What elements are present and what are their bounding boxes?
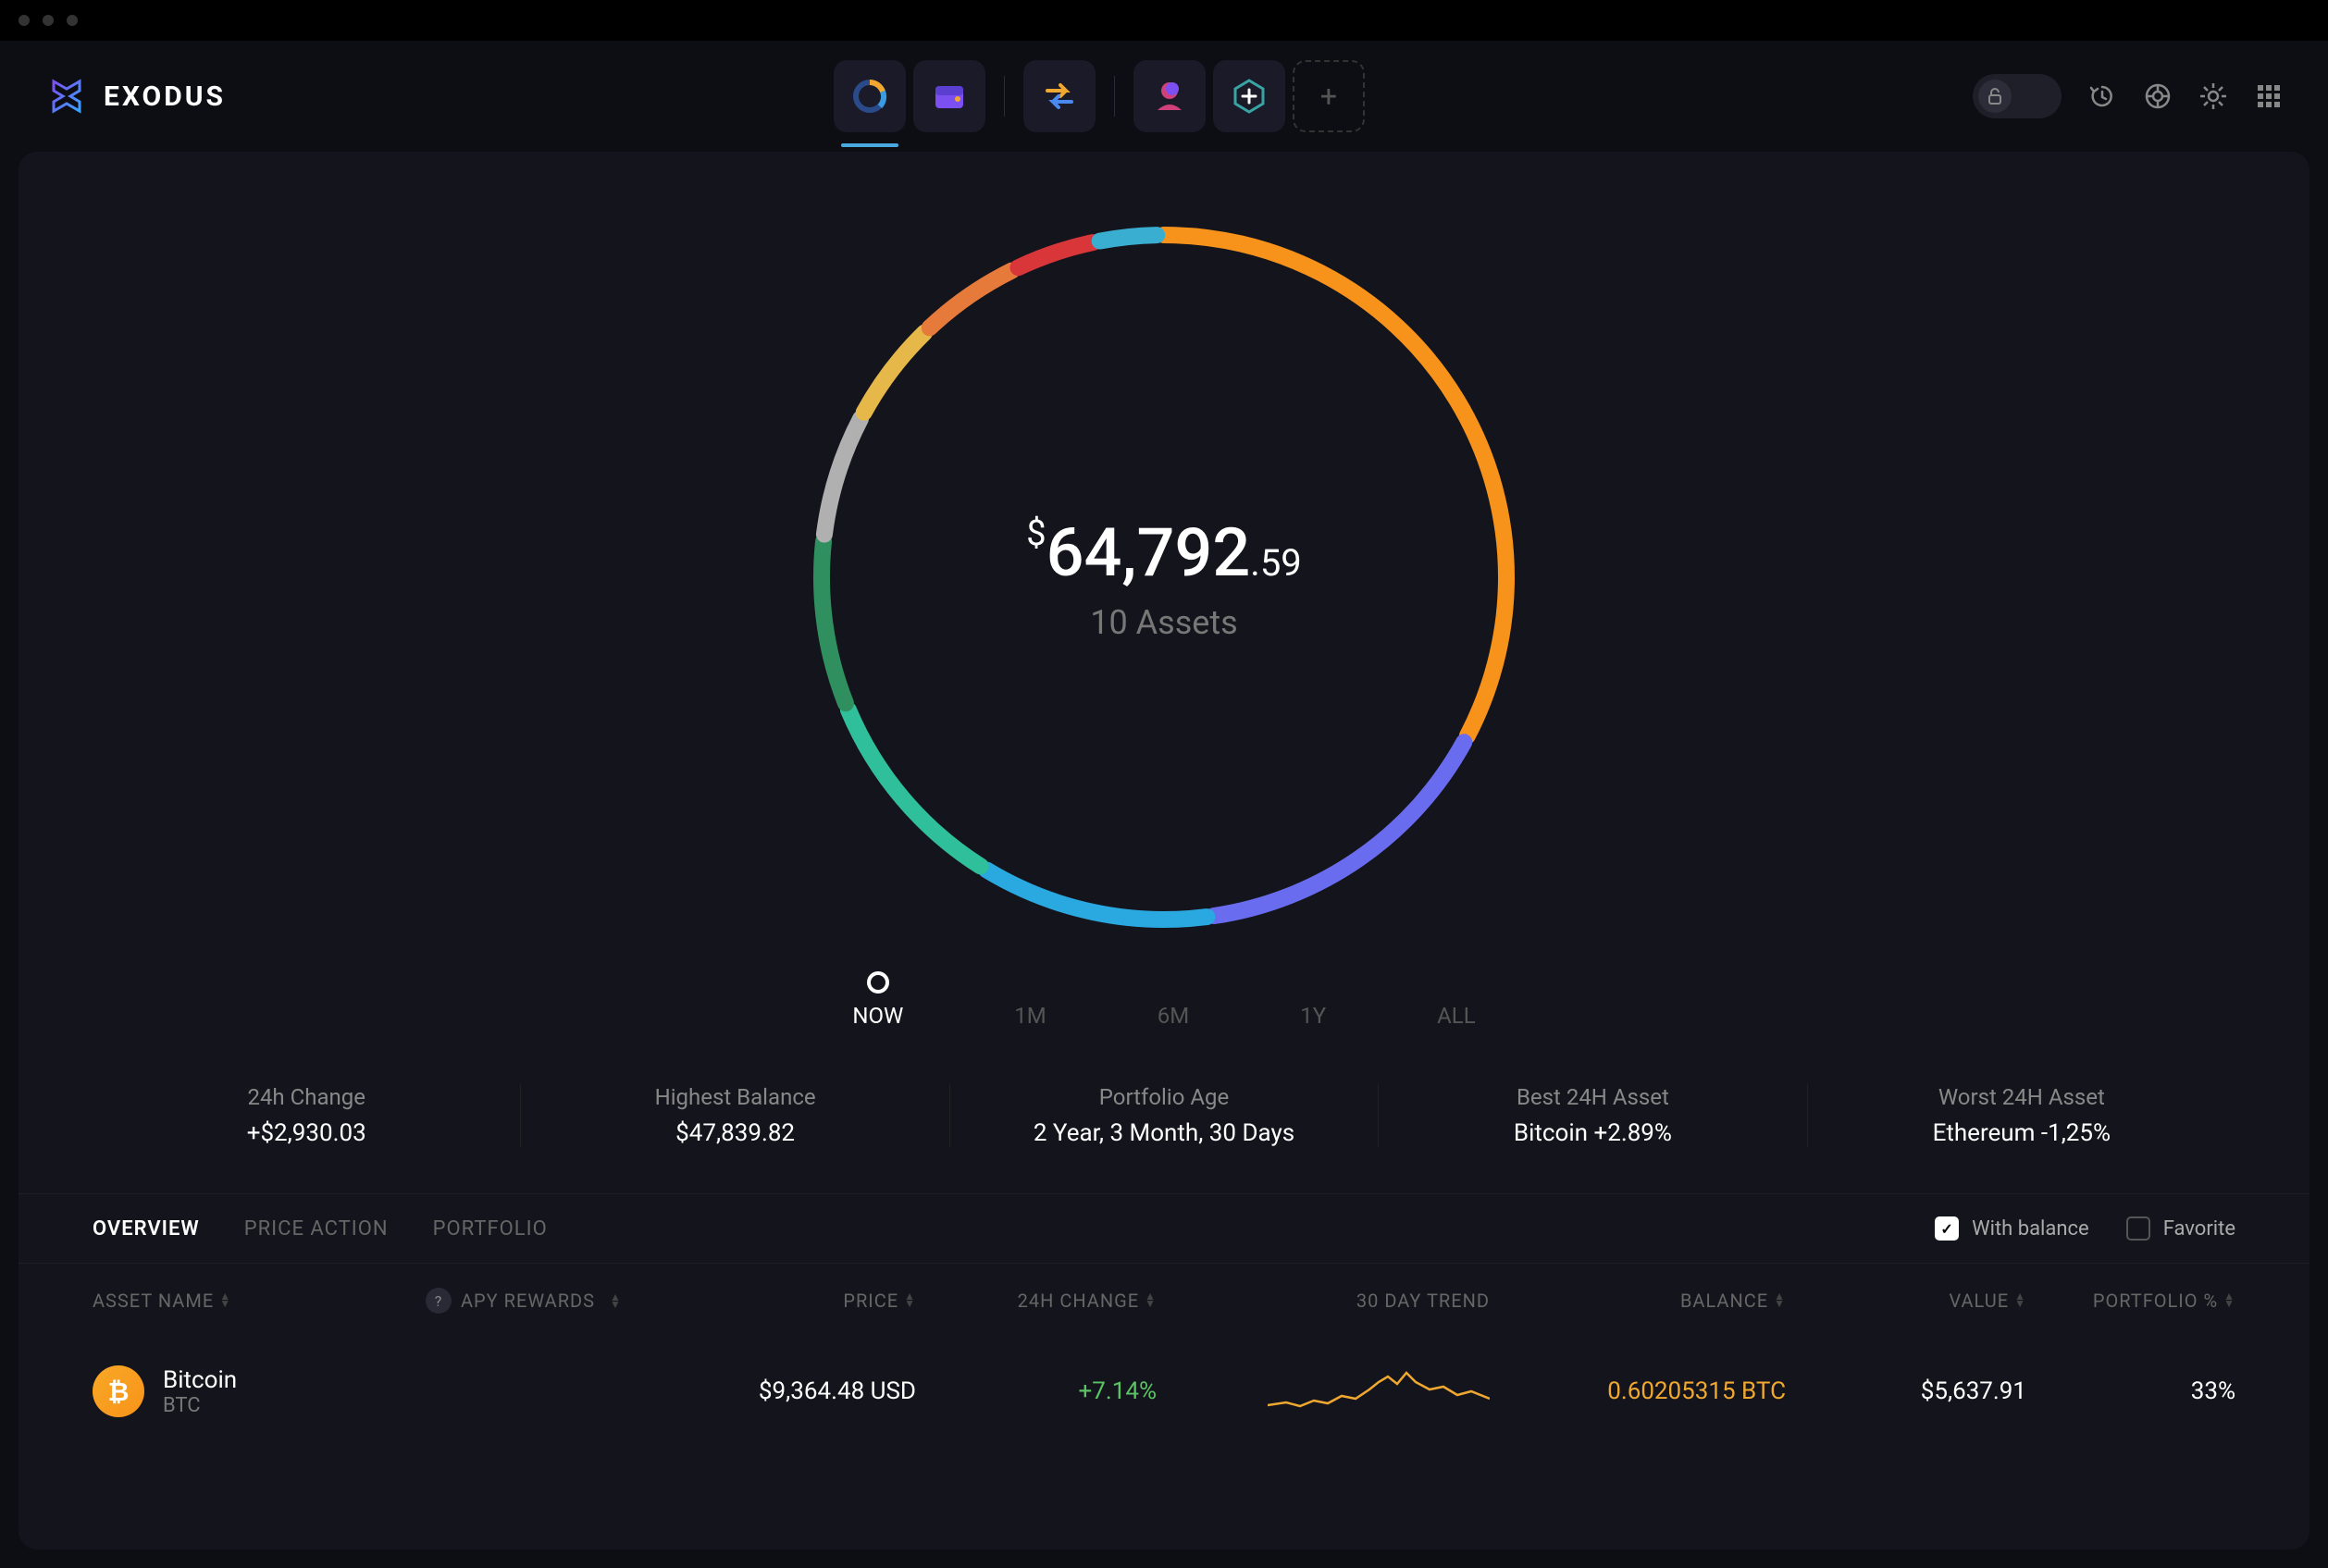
app-window: EXODUS [0,0,2328,1568]
stat-value: $47,839.82 [521,1119,948,1147]
stat-label: Portfolio Age [950,1084,1378,1110]
filter-tab-portfolio[interactable]: PORTFOLIO [433,1217,548,1241]
header-30-day-trend: 30 DAY TREND [1157,1290,1490,1312]
window-close-icon[interactable] [19,15,30,26]
header-price[interactable]: PRICE▲▼ [666,1290,916,1312]
checkbox-checked-icon: ✓ [1935,1216,1959,1241]
balance-decimal: .59 [1250,541,1302,585]
stats-row: 24h Change +$2,930.03 Highest Balance $4… [19,1066,2309,1193]
time-tab-now[interactable]: NOW [852,1003,903,1029]
nav-exchange[interactable] [1023,60,1096,132]
cell-price: $9,364.48 USD [666,1377,916,1405]
table-row[interactable]: ₿ Bitcoin BTC $9,364.48 USD +7.14% 0.602… [19,1338,2309,1445]
bitcoin-coin-icon: ₿ [93,1365,144,1417]
sort-icon: ▲▼ [1145,1292,1157,1307]
nav-add-button[interactable]: + [1293,60,1365,132]
donut-chart-icon [850,77,889,116]
nav-profile[interactable] [1133,60,1206,132]
title-bar [0,0,2328,41]
plus-icon: + [1320,79,1337,114]
filter-tab-overview[interactable]: OVERVIEW [93,1217,200,1241]
stat-label: Worst 24H Asset [1808,1084,2235,1110]
lock-open-icon [1986,87,2004,105]
portfolio-donut-area: $64,792.59 10 Assets [19,152,2309,984]
stat-best-asset: Best 24H Asset Bitcoin +2.89% [1379,1084,1807,1147]
sort-icon: ▲▼ [2014,1292,2026,1307]
header-portfolio-pct[interactable]: PORTFOLIO %▲▼ [2026,1290,2235,1312]
stat-24h-change: 24h Change +$2,930.03 [93,1084,521,1147]
filter-tab-price-action[interactable]: PRICE ACTION [244,1217,389,1241]
history-icon[interactable] [2087,81,2117,111]
cell-balance: 0.60205315 BTC [1490,1377,1786,1405]
nav-apps[interactable] [1213,60,1285,132]
cell-trend [1157,1364,1490,1419]
nav-tabs: + [226,60,1973,132]
apps-grid-icon[interactable] [2254,81,2284,111]
stat-highest-balance: Highest Balance $47,839.82 [521,1084,949,1147]
assets-count: 10 Assets [1090,603,1238,642]
stat-value: Bitcoin +2.89% [1379,1119,1806,1147]
time-range-tabs: NOW 1M 6M 1Y ALL [19,984,2309,1066]
header: EXODUS [0,41,2328,152]
stat-worst-asset: Worst 24H Asset Ethereum -1,25% [1808,1084,2235,1147]
checkbox-label: Favorite [2163,1217,2235,1241]
donut-center-info: $64,792.59 10 Assets [794,207,1534,947]
nav-portfolio[interactable] [834,60,906,132]
settings-gear-icon[interactable] [2198,81,2228,111]
sort-icon: ▲▼ [610,1293,622,1308]
with-balance-checkbox[interactable]: ✓ With balance [1935,1216,2089,1241]
table-header: ASSET NAME▲▼ ?APY REWARDS▲▼ PRICE▲▼ 24H … [19,1264,2309,1338]
wallet-icon [930,77,969,116]
balance-integer: 64,792 [1046,513,1251,592]
asset-name: Bitcoin [163,1366,237,1394]
nav-divider [1004,76,1005,117]
header-balance[interactable]: BALANCE▲▼ [1490,1290,1786,1312]
header-value[interactable]: VALUE▲▼ [1786,1290,2026,1312]
stat-label: Best 24H Asset [1379,1084,1806,1110]
cell-portfolio-pct: 33% [2026,1377,2235,1405]
window-maximize-icon[interactable] [67,15,78,26]
sort-icon: ▲▼ [219,1292,231,1307]
time-tab-6m[interactable]: 6M [1158,1003,1189,1029]
logo: EXODUS [44,74,226,118]
main-panel: $64,792.59 10 Assets NOW 1M 6M 1Y ALL 24… [19,152,2309,1549]
exodus-logo-icon [44,74,89,118]
window-minimize-icon[interactable] [43,15,54,26]
sort-icon: ▲▼ [904,1292,916,1307]
help-icon[interactable]: ? [426,1288,452,1314]
balance-currency: $ [1026,513,1046,554]
stat-value: 2 Year, 3 Month, 30 Days [950,1119,1378,1147]
sparkline-icon [1268,1364,1490,1419]
header-asset-name[interactable]: ASSET NAME▲▼ [93,1290,426,1312]
nav-divider [1114,76,1115,117]
hexagon-plus-icon [1230,77,1269,116]
cell-value: $5,637.91 [1786,1377,2026,1405]
stat-value: +$2,930.03 [93,1119,520,1147]
swap-icon [1040,77,1079,116]
header-actions [1973,74,2284,118]
profile-icon [1150,77,1189,116]
lock-toggle[interactable] [1973,74,2062,118]
support-icon[interactable] [2143,81,2173,111]
filter-row: OVERVIEW PRICE ACTION PORTFOLIO ✓ With b… [19,1193,2309,1264]
time-tab-1m[interactable]: 1M [1014,1003,1046,1029]
sort-icon: ▲▼ [2223,1292,2235,1307]
stat-portfolio-age: Portfolio Age 2 Year, 3 Month, 30 Days [950,1084,1379,1147]
checkbox-unchecked-icon [2126,1216,2150,1241]
stat-value: Ethereum -1,25% [1808,1119,2235,1147]
nav-wallet[interactable] [913,60,985,132]
checkbox-label: With balance [1972,1217,2089,1241]
app-name: EXODUS [104,80,226,113]
time-tab-1y[interactable]: 1Y [1300,1003,1326,1029]
cell-24h-change: +7.14% [916,1377,1157,1405]
time-tab-all[interactable]: ALL [1437,1003,1476,1029]
header-24h-change[interactable]: 24H CHANGE▲▼ [916,1290,1157,1312]
stat-label: 24h Change [93,1084,520,1110]
sort-icon: ▲▼ [1774,1292,1786,1307]
header-apy-rewards[interactable]: ?APY REWARDS▲▼ [426,1288,666,1314]
asset-symbol: BTC [163,1394,237,1417]
favorite-checkbox[interactable]: Favorite [2126,1216,2235,1241]
stat-label: Highest Balance [521,1084,948,1110]
